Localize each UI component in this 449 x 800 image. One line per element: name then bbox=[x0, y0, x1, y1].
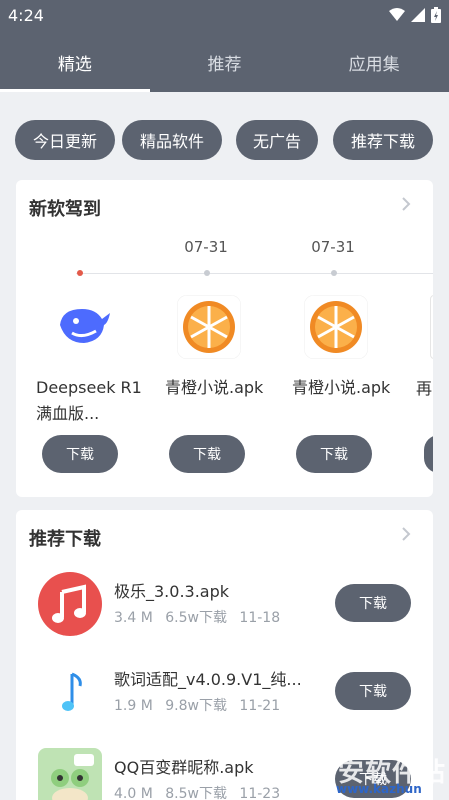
app-meta: 4.0 M 8.5w下载 11-23 bbox=[114, 783, 288, 800]
app-downloads: 9.8w下载 bbox=[165, 698, 227, 714]
timeline-date: 07-31 bbox=[311, 238, 355, 256]
app-meta: 3.4 M 6.5w下载 11-18 bbox=[114, 607, 288, 627]
download-button[interactable] bbox=[424, 435, 433, 473]
timeline-dot-current bbox=[77, 270, 83, 276]
new-app-name: 再 bbox=[416, 379, 433, 398]
download-button[interactable]: 下载 bbox=[42, 435, 118, 473]
chip-label: 精品软件 bbox=[139, 132, 204, 151]
battery-icon bbox=[431, 7, 441, 23]
list-item[interactable]: 歌词适配_v4.0.9.V1_纯... 1.9 M 9.8w下载 11-21 下… bbox=[16, 660, 433, 748]
timeline-line bbox=[76, 273, 433, 274]
tab-recommend-label: 推荐 bbox=[207, 55, 242, 75]
app-size: 4.0 M bbox=[114, 786, 153, 800]
music-note-icon bbox=[38, 572, 102, 636]
app-size: 3.4 M bbox=[114, 610, 153, 626]
tab-recommend[interactable]: 推荐 bbox=[150, 40, 300, 90]
tab-bar: 精选 推荐 应用集 bbox=[0, 40, 449, 92]
frog-icon bbox=[38, 748, 102, 800]
tab-app-collections-label: 应用集 bbox=[348, 55, 400, 75]
chip-label: 推荐下载 bbox=[350, 132, 415, 151]
blue-note-icon bbox=[62, 672, 82, 711]
app-name: 歌词适配_v4.0.9.V1_纯... bbox=[114, 670, 302, 689]
app-name: 极乐_3.0.3.apk bbox=[114, 582, 230, 601]
tab-app-collections[interactable]: 应用集 bbox=[299, 40, 449, 90]
app-date: 11-18 bbox=[239, 610, 281, 626]
timeline-date: 07-31 bbox=[184, 238, 228, 256]
new-app-name: 青橙小说.apk bbox=[292, 378, 391, 397]
chevron-right-icon[interactable] bbox=[401, 196, 411, 212]
app-date: 11-23 bbox=[239, 786, 281, 800]
chip-premium-software[interactable]: 精品软件 bbox=[122, 120, 222, 160]
timeline-dot bbox=[331, 270, 337, 276]
chip-label: 今日更新 bbox=[32, 132, 97, 151]
app-icon bbox=[430, 295, 433, 359]
status-bar: 4:24 bbox=[0, 0, 449, 32]
new-software-title: 新软驾到 bbox=[29, 199, 101, 220]
status-icons bbox=[389, 7, 441, 23]
download-button[interactable]: 下载 bbox=[296, 435, 372, 473]
app-date: 11-21 bbox=[239, 698, 281, 714]
chevron-right-icon[interactable] bbox=[401, 526, 411, 542]
download-button[interactable]: 下载 bbox=[335, 672, 411, 710]
tab-featured-label: 精选 bbox=[57, 55, 92, 75]
orange-slice-icon bbox=[304, 295, 368, 359]
watermark-url: www.kazhun bbox=[336, 782, 422, 796]
app-size: 1.9 M bbox=[114, 698, 153, 714]
chip-label: 无广告 bbox=[252, 132, 301, 151]
chip-no-ads[interactable]: 无广告 bbox=[236, 120, 318, 160]
list-item[interactable]: 极乐_3.0.3.apk 3.4 M 6.5w下载 11-18 下载 bbox=[16, 572, 433, 660]
download-button[interactable]: 下载 bbox=[335, 584, 411, 622]
app-downloads: 8.5w下载 bbox=[165, 786, 227, 800]
new-app-name: Deepseek R1满血版... bbox=[36, 378, 142, 423]
chip-today-updates[interactable]: 今日更新 bbox=[15, 120, 115, 160]
download-button[interactable]: 下载 bbox=[169, 435, 245, 473]
app-meta: 1.9 M 9.8w下载 11-21 bbox=[114, 695, 288, 715]
active-tab-indicator bbox=[0, 89, 150, 92]
tab-featured[interactable]: 精选 bbox=[0, 40, 150, 92]
orange-slice-icon bbox=[177, 295, 241, 359]
chip-recommended-downloads[interactable]: 推荐下载 bbox=[333, 120, 433, 160]
timeline-dot bbox=[204, 270, 210, 276]
deepseek-whale-icon bbox=[60, 309, 110, 343]
recommended-downloads-title: 推荐下载 bbox=[29, 529, 101, 550]
app-name: QQ百变群昵称.apk bbox=[114, 758, 254, 777]
app-downloads: 6.5w下载 bbox=[165, 610, 227, 626]
new-software-card: 新软驾到 07-31 07-31 Deepseek R1满血版... 下载 青橙… bbox=[16, 180, 433, 497]
status-time: 4:24 bbox=[8, 6, 44, 25]
signal-icon bbox=[411, 8, 425, 22]
app-header: 4:24 精选 推荐 应用集 bbox=[0, 0, 449, 92]
new-app-name: 青橙小说.apk bbox=[165, 378, 264, 397]
wifi-icon bbox=[389, 8, 405, 21]
